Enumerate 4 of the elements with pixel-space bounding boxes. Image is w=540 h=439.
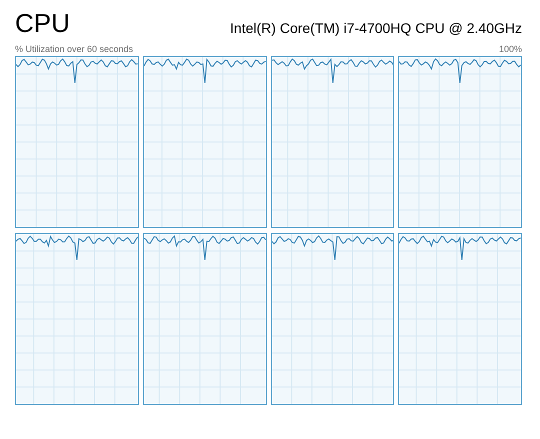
graph-caption: % Utilization over 60 seconds — [15, 43, 134, 55]
processor-name: Intel(R) Core(TM) i7-4700HQ CPU @ 2.40GHz — [230, 19, 522, 38]
graph-max-label: 100% — [498, 43, 522, 55]
page-title: CPU — [15, 7, 70, 40]
